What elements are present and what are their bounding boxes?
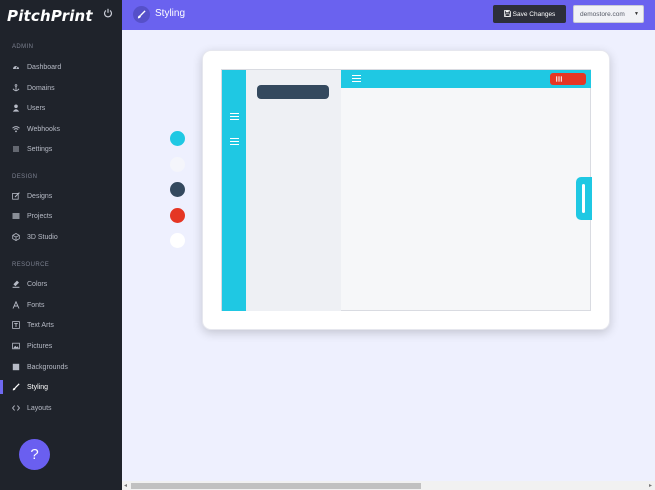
sidebar-item-projects[interactable]: Projects: [0, 209, 122, 223]
sidebar-item-label: Colors: [27, 280, 48, 288]
preview-left-panel: [246, 70, 341, 311]
store-select-value: demostore.com: [580, 10, 625, 18]
preview-left-rail: [222, 70, 246, 311]
page-title: Styling: [155, 8, 186, 19]
sidebar-item-label: Webhooks: [27, 125, 60, 133]
color-swatch[interactable]: [170, 157, 185, 172]
cube-icon: [12, 233, 20, 241]
bars-icon: [556, 76, 562, 82]
menu-icon[interactable]: [352, 75, 361, 82]
help-label: ?: [30, 446, 39, 463]
color-swatch[interactable]: [170, 131, 185, 146]
picture-icon: [12, 342, 20, 350]
sidebar-item-3d-studio[interactable]: 3D Studio: [0, 230, 122, 244]
sidebar-item-colors[interactable]: Colors: [0, 277, 122, 291]
sidebar-item-users[interactable]: Users: [0, 101, 122, 115]
store-select[interactable]: demostore.com ▼: [573, 5, 644, 23]
sidebar: PitchPrint ADMIN Dashboard Domains Users…: [0, 0, 122, 490]
sidebar-item-label: Pictures: [27, 342, 53, 350]
anchor-icon: [12, 84, 20, 92]
horizontal-scrollbar[interactable]: ◂ ▸: [122, 481, 655, 490]
color-swatch[interactable]: [170, 182, 185, 197]
help-button[interactable]: ?: [19, 439, 50, 470]
scroll-right-icon[interactable]: ▸: [649, 482, 652, 489]
sidebar-item-backgrounds[interactable]: Backgrounds: [0, 360, 122, 374]
section-admin: ADMIN: [12, 44, 34, 50]
logo-bar: PitchPrint: [0, 0, 122, 31]
list-icon: [12, 212, 20, 220]
app-logo: PitchPrint: [7, 6, 93, 25]
color-icon: [12, 280, 20, 288]
sidebar-item-settings[interactable]: Settings: [0, 142, 122, 156]
sidebar-item-dashboard[interactable]: Dashboard: [0, 60, 122, 74]
chevron-down-icon: ▼: [634, 11, 639, 17]
sidebar-item-text-arts[interactable]: Text Arts: [0, 318, 122, 332]
section-design: DESIGN: [12, 174, 38, 180]
menu-icon[interactable]: [230, 113, 239, 120]
sidebar-item-webhooks[interactable]: Webhooks: [0, 122, 122, 136]
preview-red-button[interactable]: [550, 73, 586, 85]
sidebar-item-label: Projects: [27, 212, 53, 220]
save-button[interactable]: Save Changes: [493, 5, 566, 23]
color-swatch[interactable]: [170, 233, 185, 248]
power-icon[interactable]: [103, 8, 113, 18]
sidebar-item-designs[interactable]: Designs: [0, 189, 122, 203]
sidebar-item-pictures[interactable]: Pictures: [0, 339, 122, 353]
sidebar-item-label: 3D Studio: [27, 233, 58, 241]
font-icon: [12, 301, 20, 309]
sidebar-item-label: Domains: [27, 84, 55, 92]
user-icon: [12, 104, 20, 112]
floppy-icon: [503, 9, 511, 19]
brush-icon: [133, 6, 150, 23]
edit-icon: [12, 192, 20, 200]
brush-icon: [12, 383, 20, 391]
header-bar: Styling Save Changes demostore.com ▼: [122, 0, 655, 30]
sidebar-item-domains[interactable]: Domains: [0, 81, 122, 95]
sidebar-item-label: Designs: [27, 192, 53, 200]
sidebar-item-label: Styling: [27, 383, 49, 391]
dashboard-icon: [12, 63, 20, 71]
menu-icon[interactable]: [230, 138, 239, 145]
sidebar-item-label: Layouts: [27, 404, 52, 412]
sidebar-item-label: Fonts: [27, 301, 45, 309]
sidebar-item-fonts[interactable]: Fonts: [0, 298, 122, 312]
section-resource: RESOURCE: [12, 262, 50, 268]
save-label: Save Changes: [512, 10, 556, 18]
code-icon: [12, 404, 20, 412]
sidebar-item-layouts[interactable]: Layouts: [0, 401, 122, 415]
sidebar-item-label: Settings: [27, 145, 53, 153]
sidebar-item-label: Text Arts: [27, 321, 54, 329]
text-art-icon: [12, 321, 20, 329]
background-icon: [12, 363, 20, 371]
settings-icon: [12, 145, 20, 153]
preview-pill-button[interactable]: [257, 85, 329, 99]
sidebar-item-styling[interactable]: Styling: [0, 380, 122, 394]
preview-right-tab[interactable]: [576, 177, 592, 220]
color-swatch[interactable]: [170, 208, 185, 223]
scroll-left-icon[interactable]: ◂: [124, 482, 127, 489]
sidebar-item-label: Users: [27, 104, 46, 112]
sidebar-item-label: Dashboard: [27, 63, 62, 71]
scrollbar-thumb[interactable]: [131, 483, 421, 489]
wifi-icon: [12, 125, 20, 133]
tablet-screen-preview: [221, 69, 592, 311]
sidebar-item-label: Backgrounds: [27, 363, 68, 371]
